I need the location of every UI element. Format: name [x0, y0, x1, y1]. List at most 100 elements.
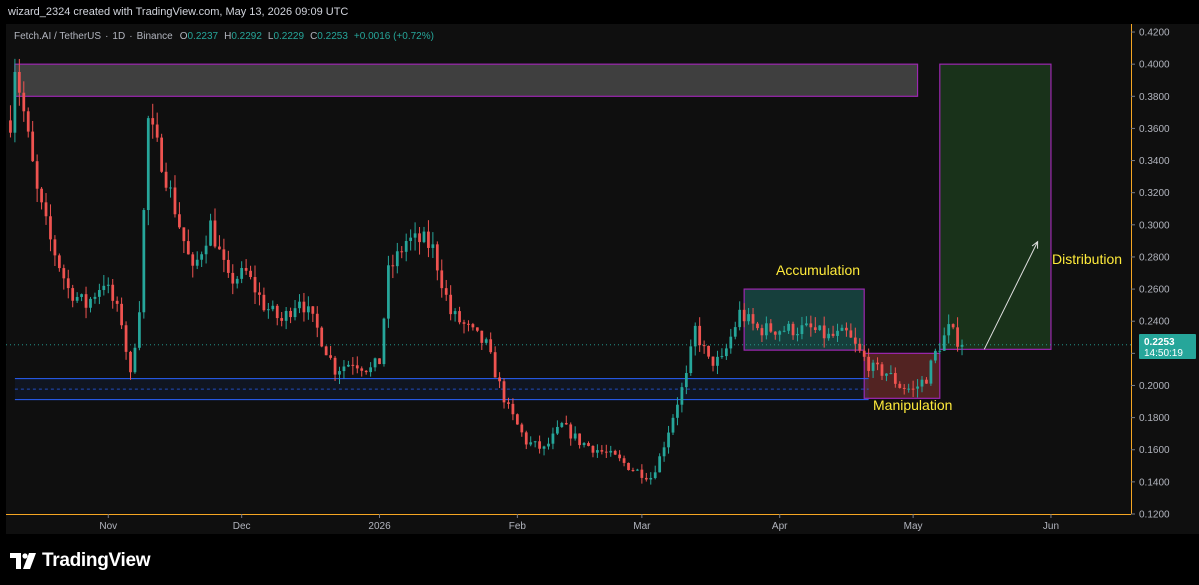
candle-body [925, 379, 928, 384]
candle [129, 350, 132, 380]
x-tick-label: Dec [233, 521, 251, 532]
close-value: 0.2253 [317, 31, 348, 42]
candle [671, 414, 675, 436]
symbol-interval: 1D [112, 31, 125, 42]
candle-body [631, 470, 635, 472]
candle [26, 107, 30, 138]
candle [422, 226, 426, 244]
accumulation-label[interactable]: Accumulation [776, 262, 860, 278]
price-axis[interactable]: 0.4200 0.4000 0.3800 0.3600 0.3400 0.3200 0.30… [1131, 24, 1170, 521]
candle-body [756, 323, 759, 329]
candle [373, 357, 377, 372]
candle [155, 112, 159, 142]
attribution-text: wizard_2324 created with TradingView.com… [8, 6, 349, 18]
candle-body [564, 423, 568, 425]
candle-body [155, 124, 159, 138]
tradingview-logo[interactable]: TradingView [10, 550, 151, 572]
candle-body [351, 364, 355, 366]
chart-panel[interactable]: Fetch.AI / TetherUS · 1D · Binance O0.2237 H0.… [6, 24, 1199, 534]
candle [249, 265, 252, 280]
candle-body [653, 472, 657, 478]
candle-body [489, 339, 493, 353]
candle-body [920, 379, 924, 387]
candle [387, 255, 390, 328]
candlestick-chart[interactable]: Fetch.AI / TetherUS · 1D · Binance O0.2237 H0.… [6, 24, 1199, 534]
candle-body [889, 373, 893, 375]
y-tick-label: 0.3400 [1139, 156, 1170, 167]
candle [280, 312, 284, 327]
price-tag-value: 0.2253 [1144, 337, 1175, 348]
candle [284, 306, 288, 330]
candle-body [444, 288, 448, 295]
candle-body [369, 367, 373, 373]
candle [636, 468, 639, 471]
candle [200, 251, 204, 267]
candle-body [911, 388, 915, 390]
candle-body [102, 285, 106, 291]
candle-body [747, 314, 750, 322]
candle [449, 285, 453, 321]
candle [573, 426, 577, 441]
candle-body [791, 323, 795, 336]
candle-body [413, 233, 417, 238]
candle [538, 435, 541, 454]
symbol-legend[interactable]: Fetch.AI / TetherUS · 1D · Binance O0.2237 H0.… [14, 31, 434, 42]
candle [382, 317, 386, 367]
distribution-zone [939, 63, 1052, 350]
candle-body [9, 120, 12, 133]
high-value: 0.2292 [231, 31, 262, 42]
candle [240, 261, 244, 284]
manipulation-label[interactable]: Manipulation [873, 397, 952, 413]
candle [347, 360, 350, 368]
candle-body [796, 334, 799, 336]
candle-body [427, 231, 430, 248]
candle [195, 251, 199, 270]
candle-body [818, 325, 822, 330]
candle-body [805, 323, 808, 326]
candle [733, 321, 737, 340]
candle [591, 445, 595, 458]
candle [689, 339, 693, 376]
candle-body [218, 246, 221, 250]
candle-body [440, 270, 444, 289]
candle-body [636, 469, 639, 471]
candle-body [191, 254, 195, 266]
candle [582, 442, 586, 448]
candle-body [689, 346, 693, 374]
candle [680, 382, 684, 413]
candle [84, 286, 88, 319]
candle-body [947, 324, 951, 336]
candle-body [244, 268, 248, 271]
candle-body [902, 387, 906, 389]
candle [235, 276, 239, 289]
candle-body [271, 305, 275, 310]
candle-body [453, 311, 457, 315]
candle [289, 307, 292, 324]
candle-body [280, 318, 284, 321]
candle-body [738, 309, 742, 328]
candle [724, 343, 728, 360]
candle-body [515, 414, 519, 425]
candle [578, 433, 581, 449]
candle-body [933, 350, 937, 361]
candle-body [556, 426, 559, 434]
candle-body [329, 355, 332, 358]
candle [409, 229, 413, 251]
x-tick-label: May [904, 521, 923, 532]
candle [502, 378, 506, 409]
candle-body [169, 187, 172, 189]
candle [146, 115, 150, 226]
y-tick-label: 0.1400 [1139, 477, 1170, 488]
candle-body [435, 244, 439, 271]
candle-body [867, 356, 871, 371]
time-axis[interactable]: Nov Dec 2026 Feb Mar Apr May Jun [6, 514, 1131, 532]
candle-body [249, 270, 252, 278]
candle [600, 445, 604, 455]
candle [489, 332, 493, 354]
candle-body [462, 322, 466, 324]
candle-body [573, 433, 577, 439]
candle-body [209, 220, 212, 246]
distribution-label[interactable]: Distribution [1052, 251, 1122, 267]
candle-body [809, 323, 813, 328]
candle-body [493, 352, 497, 378]
